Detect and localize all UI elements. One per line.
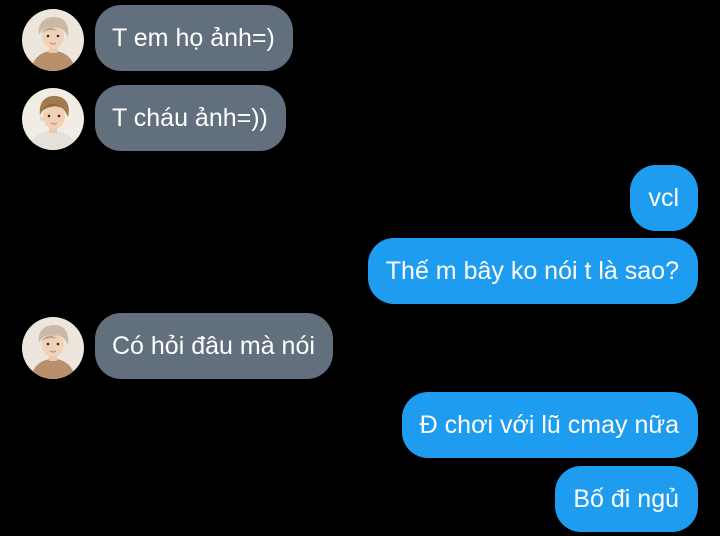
message-text: Thế m bây ko nói t là sao? — [385, 257, 679, 285]
message-bubble-outgoing[interactable]: vcl — [630, 165, 698, 231]
contact-avatar[interactable] — [22, 9, 84, 71]
message-text: Bố đi ngủ — [573, 485, 679, 513]
chat-thread: T em họ ảnh=) T cháu ảnh=)) vcl Thế m bâ… — [0, 0, 720, 536]
message-bubble-outgoing[interactable]: Bố đi ngủ — [555, 466, 698, 532]
message-bubble-incoming[interactable]: T em họ ảnh=) — [95, 5, 293, 71]
message-bubble-incoming[interactable]: Có hỏi đâu mà nói — [95, 313, 333, 379]
contact-avatar[interactable] — [22, 88, 84, 150]
message-text: T cháu ảnh=)) — [112, 104, 268, 132]
message-bubble-outgoing[interactable]: Đ chơi với lũ cmay nữa — [401, 392, 698, 458]
message-text: vcl — [648, 184, 679, 212]
contact-avatar[interactable] — [22, 317, 84, 379]
message-bubble-incoming[interactable]: T cháu ảnh=)) — [95, 85, 286, 151]
message-text: Có hỏi đâu mà nói — [112, 332, 315, 360]
message-text: Đ chơi với lũ cmay nữa — [419, 411, 679, 439]
message-text: T em họ ảnh=) — [112, 24, 275, 52]
message-bubble-outgoing[interactable]: Thế m bây ko nói t là sao? — [367, 238, 698, 304]
